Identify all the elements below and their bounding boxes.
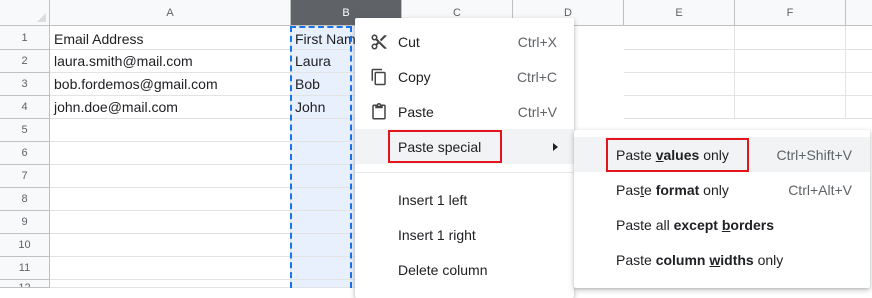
shortcut-copy: Ctrl+C	[516, 68, 557, 85]
menu-item-delete-column[interactable]: Delete column	[355, 252, 574, 287]
cell-f3[interactable]	[735, 73, 846, 96]
cell-a5[interactable]	[50, 119, 291, 142]
column-header-a[interactable]: A	[50, 0, 291, 26]
row-header-7[interactable]: 7	[0, 165, 50, 188]
select-all-corner[interactable]	[0, 0, 50, 26]
submenu-label-paste-all-except-borders: Paste all except borders	[616, 216, 774, 233]
cell-e3[interactable]	[624, 73, 735, 96]
submenu-item-paste-column-widths-only[interactable]: Paste column widths only	[574, 242, 870, 277]
column-header-e[interactable]: E	[624, 0, 735, 26]
menu-item-cut[interactable]: Cut Ctrl+X	[355, 24, 574, 59]
shortcut-paste-format-only: Ctrl+Alt+V	[788, 181, 852, 198]
cell-g2[interactable]	[846, 50, 872, 73]
menu-label-delete-column: Delete column	[398, 261, 488, 278]
cell-g4[interactable]	[846, 96, 872, 119]
submenu-item-paste-all-except-borders[interactable]: Paste all except borders	[574, 207, 870, 242]
row-header-5[interactable]: 5	[0, 119, 50, 142]
cell-a12[interactable]	[50, 280, 291, 288]
row-header-4[interactable]: 4	[0, 96, 50, 119]
cell-a9[interactable]	[50, 211, 291, 234]
menu-separator	[355, 172, 574, 173]
cell-e4[interactable]	[624, 96, 735, 119]
menu-item-copy[interactable]: Copy Ctrl+C	[355, 59, 574, 94]
column-header-g[interactable]	[846, 0, 872, 26]
column-header-f[interactable]: F	[735, 0, 846, 26]
row-header-2[interactable]: 2	[0, 50, 50, 73]
menu-item-insert-right[interactable]: Insert 1 right	[355, 217, 574, 252]
scissors-icon	[369, 32, 389, 52]
shortcut-cut: Ctrl+X	[517, 33, 557, 50]
cell-a7[interactable]	[50, 165, 291, 188]
cell-a1[interactable]: Email Address	[50, 26, 291, 50]
row-header-8[interactable]: 8	[0, 188, 50, 211]
context-menu: Cut Ctrl+X Copy Ctrl+C Paste Ctrl+V Past…	[355, 18, 574, 298]
arrow-right-icon	[553, 142, 558, 151]
cell-a6[interactable]	[50, 142, 291, 165]
cell-f1[interactable]	[735, 26, 846, 50]
row-header-11[interactable]: 11	[0, 257, 50, 280]
cell-a4[interactable]: john.doe@mail.com	[50, 96, 291, 119]
cell-g1[interactable]	[846, 26, 872, 50]
row-header-9[interactable]: 9	[0, 211, 50, 234]
row-header-6[interactable]: 6	[0, 142, 50, 165]
row-header-12[interactable]: 12	[0, 280, 50, 288]
cell-e2[interactable]	[624, 50, 735, 73]
submenu-label-paste-format-only: Paste format only	[616, 181, 729, 198]
cell-f2[interactable]	[735, 50, 846, 73]
submenu-item-paste-format-only[interactable]: Paste format only Ctrl+Alt+V	[574, 172, 870, 207]
paste-special-submenu: Paste values only Ctrl+Shift+V Paste for…	[574, 130, 870, 288]
highlight-box-paste-special	[388, 130, 502, 163]
cell-a11[interactable]	[50, 257, 291, 280]
cell-a8[interactable]	[50, 188, 291, 211]
highlight-box-paste-values-only	[606, 138, 749, 172]
clipboard-icon	[369, 102, 389, 122]
row-header-1[interactable]: 1	[0, 26, 50, 50]
cell-e1[interactable]	[624, 26, 735, 50]
submenu-label-paste-column-widths-only: Paste column widths only	[616, 251, 784, 268]
shortcut-paste: Ctrl+V	[517, 103, 557, 120]
cell-g3[interactable]	[846, 73, 872, 96]
menu-label-cut: Cut	[398, 33, 420, 50]
cell-a10[interactable]	[50, 234, 291, 257]
row-header-10[interactable]: 10	[0, 234, 50, 257]
menu-label-copy: Copy	[398, 68, 431, 85]
cell-a3[interactable]: bob.fordemos@gmail.com	[50, 73, 291, 96]
menu-label-insert-left: Insert 1 left	[398, 191, 468, 208]
menu-item-insert-left[interactable]: Insert 1 left	[355, 182, 574, 217]
menu-label-insert-right: Insert 1 right	[398, 226, 476, 243]
cell-a2[interactable]: laura.smith@mail.com	[50, 50, 291, 73]
shortcut-paste-values-only: Ctrl+Shift+V	[776, 146, 852, 163]
row-header-3[interactable]: 3	[0, 73, 50, 96]
copy-icon	[369, 67, 389, 87]
menu-item-paste[interactable]: Paste Ctrl+V	[355, 94, 574, 129]
menu-label-paste: Paste	[398, 103, 434, 120]
cell-f4[interactable]	[735, 96, 846, 119]
